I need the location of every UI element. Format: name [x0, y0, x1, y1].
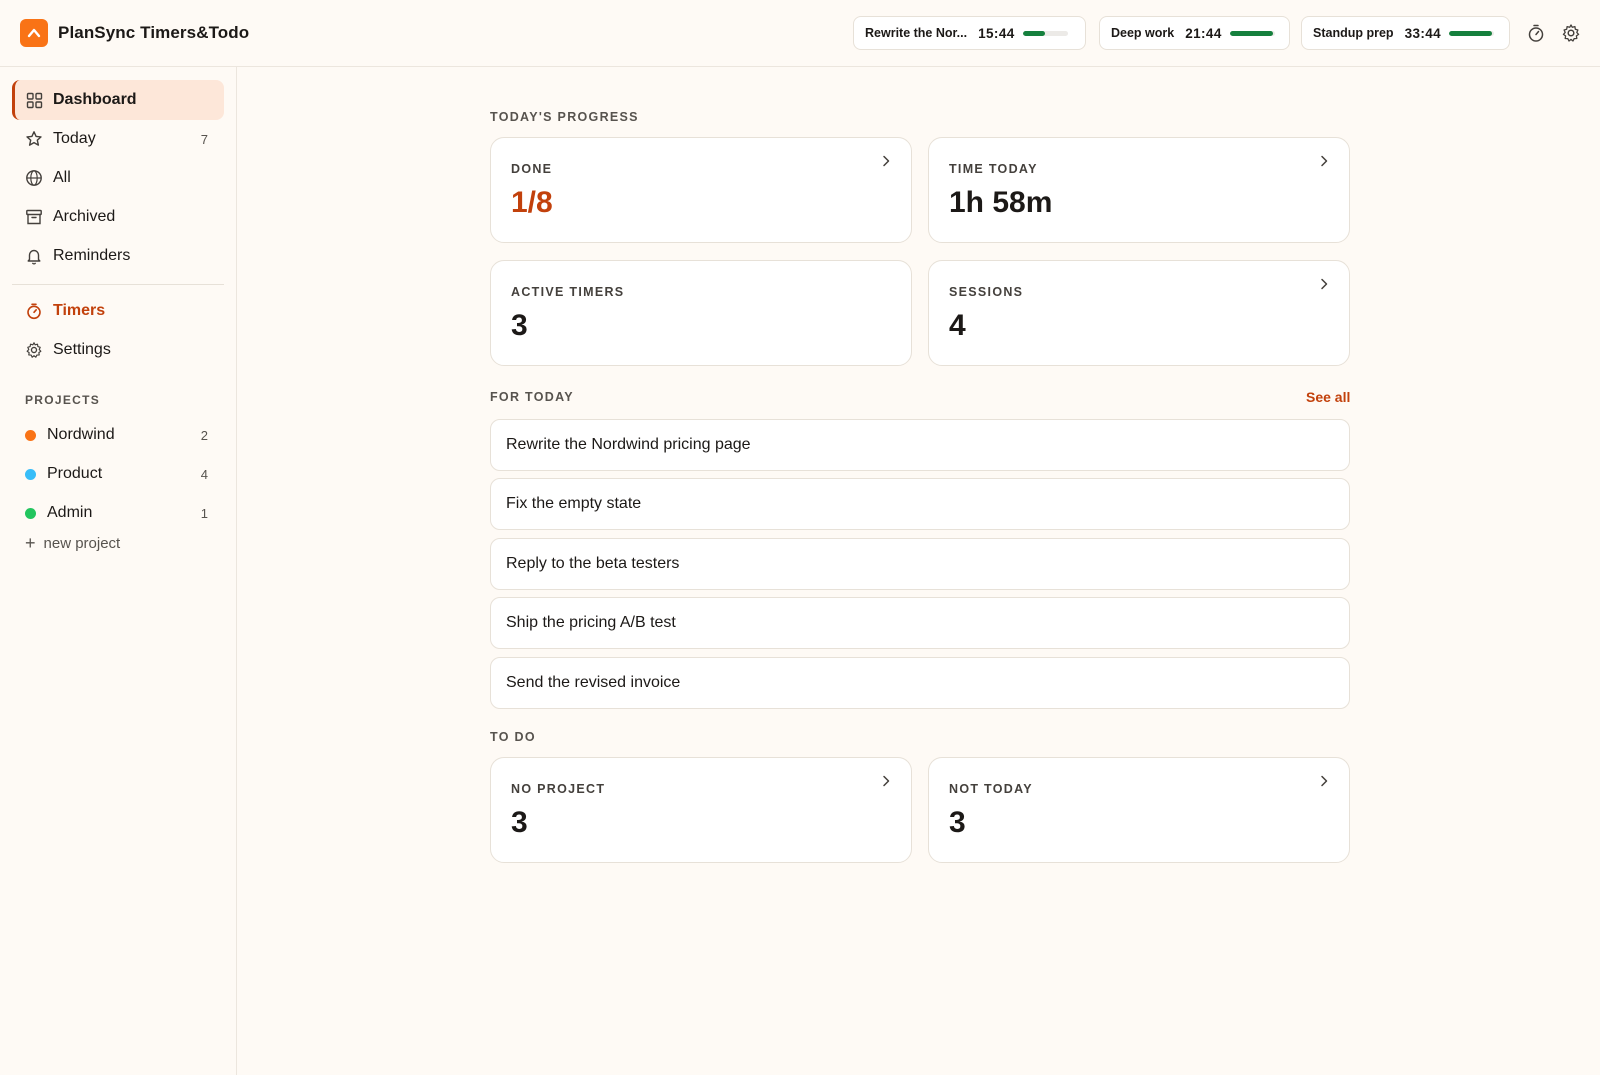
- sidebar-item-timers[interactable]: Timers: [12, 291, 224, 331]
- timer-time: 15:44: [978, 25, 1015, 41]
- task-title: Fix the empty state: [506, 495, 642, 512]
- stat-card-sessions[interactable]: SESSIONS 4: [928, 260, 1350, 366]
- stat-label: NO PROJECT: [511, 782, 606, 796]
- task-title: Send the revised invoice: [506, 674, 681, 691]
- stopwatch-icon[interactable]: [1525, 22, 1547, 44]
- project-label: Product: [47, 465, 103, 482]
- stat-label: TIME TODAY: [949, 162, 1038, 176]
- stat-card-not-today[interactable]: NOT TODAY 3: [928, 757, 1350, 863]
- brand[interactable]: PlanSync Timers&Todo: [20, 19, 249, 47]
- stat-card-time-today[interactable]: TIME TODAY 1h 58m: [928, 137, 1350, 243]
- grid-icon: [25, 91, 43, 109]
- task-title: Reply to the beta testers: [506, 555, 680, 572]
- stat-value: 1h 58m: [949, 186, 1053, 219]
- stat-label: ACTIVE TIMERS: [511, 285, 625, 299]
- task-title: Rewrite the Nordwind pricing page: [506, 436, 751, 453]
- app-logo-icon: [20, 19, 48, 47]
- app-title: PlanSync Timers&Todo: [58, 23, 250, 42]
- project-count: 1: [200, 505, 208, 521]
- task-row[interactable]: Fix the empty state: [490, 478, 1350, 530]
- stat-label: SESSIONS: [949, 285, 1024, 299]
- sidebar-item-label: Reminders: [53, 247, 131, 264]
- running-timer-2[interactable]: Deep work 21:44: [1099, 16, 1290, 50]
- stat-label: NOT TODAY: [949, 782, 1033, 796]
- sidebar-item-today[interactable]: Today 7: [12, 119, 224, 159]
- timer-time: 33:44: [1404, 25, 1442, 41]
- sidebar-project-nordwind[interactable]: Nordwind 2: [12, 415, 224, 455]
- todays-progress-heading: TODAY'S PROGRESS: [490, 110, 639, 124]
- projects-heading: PROJECTS: [25, 393, 101, 407]
- see-all-link[interactable]: See all: [1306, 389, 1350, 405]
- timer-progress-fill: [1022, 30, 1046, 36]
- project-label: Admin: [47, 504, 93, 521]
- sidebar-divider: [12, 284, 224, 285]
- running-timer-3[interactable]: Standup prep 33:44: [1301, 16, 1510, 50]
- timer-label: Standup prep: [1313, 26, 1394, 40]
- sidebar-item-label: Timers: [53, 302, 106, 319]
- timer-progress-bar: [1229, 30, 1275, 36]
- timer-progress-bar: [1449, 30, 1495, 36]
- stat-card-no-project[interactable]: NO PROJECT 3: [490, 757, 912, 863]
- stat-value: 1/8: [511, 186, 553, 219]
- sidebar-item-label: Archived: [53, 208, 116, 225]
- stat-value: 3: [511, 309, 528, 342]
- chevron-right-icon: [1321, 278, 1328, 290]
- gear-icon[interactable]: [1560, 22, 1582, 44]
- for-today-heading: FOR TODAY: [490, 390, 574, 404]
- running-timer-1[interactable]: Rewrite the Nor... 15:44: [853, 16, 1086, 50]
- sidebar-item-count: 7: [200, 131, 208, 147]
- chevron-right-icon: [883, 775, 890, 787]
- sidebar-item-label: Settings: [53, 341, 111, 358]
- project-count: 4: [200, 466, 208, 482]
- gear-icon: [25, 341, 43, 359]
- project-color-dot: [25, 429, 36, 441]
- task-row[interactable]: Ship the pricing A/B test: [490, 597, 1350, 649]
- timer-label: Deep work: [1111, 26, 1175, 40]
- to-do-heading: TO DO: [490, 730, 536, 744]
- sidebar-item-label: Today: [53, 130, 96, 147]
- timer-label: Rewrite the Nor...: [865, 26, 968, 40]
- stat-card-active-timers: ACTIVE TIMERS 3: [490, 260, 912, 366]
- sidebar-item-all[interactable]: All: [12, 158, 224, 198]
- chevron-right-icon: [1321, 155, 1328, 167]
- stat-value: 4: [949, 309, 966, 342]
- bell-icon: [25, 247, 43, 265]
- task-row[interactable]: Rewrite the Nordwind pricing page: [490, 419, 1350, 471]
- sidebar-item-settings[interactable]: Settings: [12, 330, 224, 370]
- new-project-button[interactable]: + new project: [25, 533, 120, 554]
- timer-progress-bar: [1022, 30, 1068, 36]
- timer-time: 21:44: [1185, 25, 1222, 41]
- sidebar: Dashboard Today 7 All Archived Reminders…: [0, 67, 237, 1075]
- sidebar-item-label: All: [53, 169, 71, 186]
- stat-value: 3: [511, 806, 528, 839]
- star-icon: [25, 130, 43, 148]
- globe-icon: [25, 169, 43, 187]
- chevron-right-icon: [883, 155, 890, 167]
- timer-progress-fill: [1449, 30, 1492, 36]
- sidebar-item-label: Dashboard: [53, 91, 137, 108]
- project-color-dot: [25, 507, 36, 519]
- chevron-right-icon: [1321, 775, 1328, 787]
- stat-value: 3: [949, 806, 966, 839]
- project-color-dot: [25, 468, 36, 480]
- sidebar-item-dashboard[interactable]: Dashboard: [12, 80, 224, 120]
- top-bar: PlanSync Timers&Todo Rewrite the Nor... …: [0, 0, 1600, 67]
- stat-card-done[interactable]: DONE 1/8: [490, 137, 912, 243]
- project-count: 2: [200, 427, 208, 443]
- timer-progress-fill: [1229, 30, 1273, 36]
- sidebar-project-admin[interactable]: Admin 1: [12, 493, 224, 533]
- sidebar-item-archived[interactable]: Archived: [12, 197, 224, 237]
- task-row[interactable]: Reply to the beta testers: [490, 538, 1350, 590]
- task-title: Ship the pricing A/B test: [506, 614, 676, 631]
- archive-icon: [25, 208, 43, 226]
- sidebar-project-product[interactable]: Product 4: [12, 454, 224, 494]
- project-label: Nordwind: [47, 426, 115, 443]
- task-row[interactable]: Send the revised invoice: [490, 657, 1350, 709]
- stat-label: DONE: [511, 162, 553, 176]
- plus-icon: +: [25, 533, 36, 553]
- stopwatch-icon: [25, 302, 43, 320]
- new-project-label: new project: [43, 535, 121, 552]
- sidebar-item-reminders[interactable]: Reminders: [12, 236, 224, 276]
